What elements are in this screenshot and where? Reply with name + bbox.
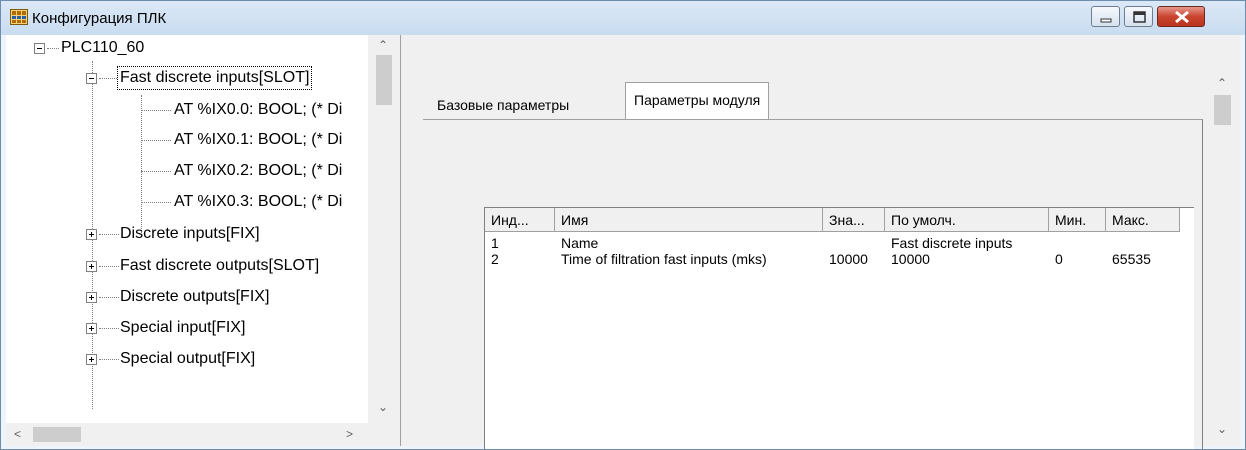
scrollbar-thumb[interactable] (1214, 95, 1231, 125)
scrollbar-corner (368, 423, 400, 446)
expand-icon[interactable] (86, 323, 97, 334)
column-header-min[interactable]: Мин. (1049, 208, 1106, 232)
scroll-down-arrow-icon[interactable]: ⌄ (1217, 423, 1227, 435)
tree-item-label: PLC110_60 (61, 39, 145, 56)
config-tree[interactable]: PLC110_60 Fast discrete inputs[SLOT] AT … (6, 35, 401, 446)
tree-item-label: AT %IX0.2: BOOL; (* Di (174, 162, 343, 179)
scroll-up-arrow-icon[interactable]: ⌃ (1217, 77, 1227, 89)
expand-icon[interactable] (86, 229, 97, 240)
right-vertical-scrollbar[interactable]: ⌃ ⌄ (1205, 35, 1240, 446)
collapse-icon[interactable] (34, 43, 45, 54)
tree-item-label: Special input[FIX] (120, 319, 246, 336)
close-icon (1175, 10, 1189, 24)
title-bar[interactable]: Конфигурация ПЛК (1, 1, 1245, 35)
tree-item-label: AT %IX0.1: BOOL; (* Di (174, 131, 343, 148)
cell-name: Name (561, 235, 599, 251)
scrollbar-thumb[interactable] (376, 55, 392, 105)
tree-item-label: Discrete inputs[FIX] (120, 225, 260, 242)
close-button[interactable] (1157, 6, 1205, 27)
tree-item-label: Special output[FIX] (120, 350, 256, 367)
expand-icon[interactable] (86, 354, 97, 365)
tab-base-parameters[interactable]: Базовые параметры (429, 91, 577, 119)
tree-guide-line (141, 95, 142, 235)
cell-index: 2 (491, 251, 499, 267)
scroll-down-arrow-icon[interactable]: ⌄ (378, 401, 388, 413)
collapse-icon[interactable] (86, 73, 97, 84)
cell-index: 1 (491, 235, 499, 251)
scroll-up-arrow-icon[interactable]: ⌃ (378, 39, 388, 51)
expand-icon[interactable] (86, 261, 97, 272)
expand-icon[interactable] (86, 292, 97, 303)
scroll-right-arrow-icon[interactable]: > (346, 428, 353, 440)
column-header-default[interactable]: По умолч. (885, 208, 1049, 232)
cell-default: 10000 (891, 251, 930, 267)
tree-item-label: Discrete outputs[FIX] (120, 288, 270, 305)
cell-name: Time of filtration fast inputs (mks) (561, 251, 767, 267)
tree-horizontal-scrollbar[interactable]: < > (6, 423, 368, 446)
module-parameters-table[interactable]: Инд... Имя Зна... По умолч. Мин. Макс. 1… (484, 207, 1194, 449)
column-header-index[interactable]: Инд... (485, 208, 555, 232)
column-header-max[interactable]: Макс. (1106, 208, 1180, 232)
plc-configuration-window: Конфигурация ПЛК PLC110_60 Fast discrete… (0, 0, 1246, 450)
cell-min: 0 (1055, 251, 1063, 267)
cell-value: 10000 (829, 251, 868, 267)
cell-max: 65535 (1112, 251, 1151, 267)
column-header-value[interactable]: Зна... (823, 208, 885, 232)
app-grid-icon (10, 9, 28, 25)
cell-default: Fast discrete inputs (891, 235, 1013, 251)
tree-item-label: Fast discrete outputs[SLOT] (120, 257, 320, 274)
client-area: PLC110_60 Fast discrete inputs[SLOT] AT … (6, 35, 1240, 449)
scroll-left-arrow-icon[interactable]: < (14, 428, 21, 440)
tree-item-label: AT %IX0.3: BOOL; (* Di (174, 193, 343, 210)
window-title: Конфигурация ПЛК (32, 10, 167, 27)
minimize-button[interactable] (1091, 6, 1120, 27)
column-header-name[interactable]: Имя (555, 208, 823, 232)
scrollbar-thumb[interactable] (33, 427, 81, 442)
tree-item-label: Fast discrete inputs[SLOT] (116, 66, 313, 90)
minimize-icon (1100, 18, 1112, 23)
tab-module-parameters[interactable]: Параметры модуля (625, 82, 770, 120)
maximize-icon (1133, 11, 1146, 23)
maximize-button[interactable] (1124, 6, 1153, 27)
tree-vertical-scrollbar[interactable]: ⌃ ⌄ (368, 35, 400, 423)
tree-item-label: AT %IX0.0: BOOL; (* Di (174, 101, 343, 118)
